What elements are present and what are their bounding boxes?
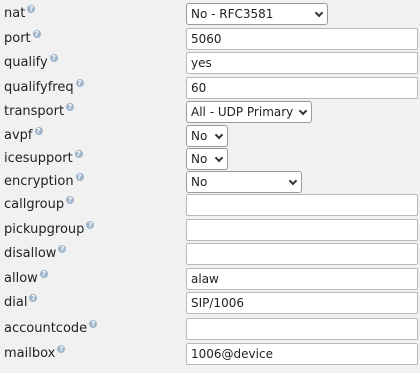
field-row-transport: transport? All - UDP Primary [0,100,420,124]
field-label: mailbox? [4,345,66,361]
help-icon[interactable]: ? [75,79,84,87]
field-row-nat: nat? No - RFC3581 [0,2,420,26]
field-label: pickupgroup? [4,221,95,237]
encryption-select[interactable]: No [186,171,302,193]
field-label: encryption? [4,173,84,189]
field-row-port: port? 5060 [0,27,420,51]
field-row-qualify: qualify? yes [0,51,420,75]
icesupport-select[interactable]: No [186,148,228,170]
field-label: dial? [4,294,38,310]
field-row-dial: dial? SIP/1006 [0,291,420,315]
field-row-mailbox: mailbox? 1006@device [0,342,420,366]
help-icon[interactable]: ? [32,30,41,38]
chevron-down-icon [314,8,324,18]
port-input[interactable]: 5060 [186,28,418,50]
field-label: nat? [4,5,36,21]
chevron-down-icon [214,130,224,140]
dial-input[interactable]: SIP/1006 [186,292,418,314]
help-icon[interactable]: ? [27,5,36,13]
nat-select[interactable]: No - RFC3581 [186,3,328,25]
help-icon[interactable]: ? [29,294,38,302]
field-label: icesupport? [4,150,83,166]
chevron-down-icon [288,176,298,186]
field-label: disallow? [4,245,67,261]
mailbox-input[interactable]: 1006@device [186,343,418,365]
accountcode-input[interactable] [186,318,418,340]
field-row-encryption: encryption? No [0,170,420,194]
field-row-pickupgroup: pickupgroup? [0,218,420,242]
field-label: qualifyfreq? [4,79,84,95]
field-row-qualifyfreq: qualifyfreq? 60 [0,76,420,100]
field-row-icesupport: icesupport? No [0,147,420,171]
field-row-allow: allow? alaw [0,267,420,291]
qualifyfreq-input[interactable]: 60 [186,77,418,99]
transport-select[interactable]: All - UDP Primary [186,101,312,123]
disallow-input[interactable] [186,243,418,265]
help-icon[interactable]: ? [75,173,84,181]
avpf-select[interactable]: No [186,125,228,147]
device-settings-form: nat? No - RFC3581 port? 5060 qualify? ye… [0,0,420,373]
help-icon[interactable]: ? [66,103,75,111]
field-label: callgroup? [4,196,75,212]
allow-input[interactable]: alaw [186,268,418,290]
field-row-avpf: avpf? No [0,124,420,148]
help-icon[interactable]: ? [66,196,75,204]
field-label: port? [4,30,41,46]
field-row-callgroup: callgroup? [0,193,420,217]
field-label: qualify? [4,54,58,70]
field-label: accountcode? [4,320,98,336]
help-icon[interactable]: ? [89,320,98,328]
chevron-down-icon [214,153,224,163]
pickupgroup-input[interactable] [186,219,418,241]
help-icon[interactable]: ? [86,221,95,229]
help-icon[interactable]: ? [58,245,67,253]
field-label: avpf? [4,127,43,143]
qualify-input[interactable]: yes [186,52,418,74]
field-row-accountcode: accountcode? [0,317,420,341]
chevron-down-icon [298,106,308,116]
help-icon[interactable]: ? [74,150,83,158]
field-label: transport? [4,103,75,119]
field-label: allow? [4,270,48,286]
field-row-disallow: disallow? [0,242,420,266]
help-icon[interactable]: ? [34,127,43,135]
help-icon[interactable]: ? [57,345,66,353]
help-icon[interactable]: ? [39,270,48,278]
help-icon[interactable]: ? [49,54,58,62]
callgroup-input[interactable] [186,194,418,216]
